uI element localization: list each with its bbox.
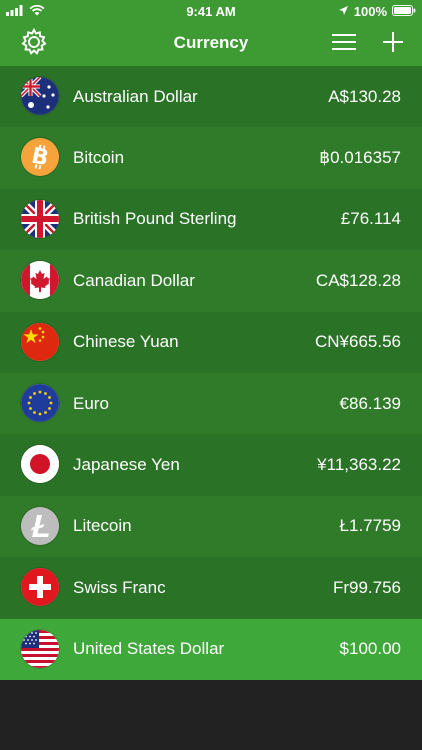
currency-list: Australian Dollar A$130.28 B Bitcoin ฿0.…	[0, 66, 422, 680]
battery-icon	[392, 4, 416, 19]
currency-amount: ฿0.016357	[319, 148, 401, 168]
currency-row-chf[interactable]: Swiss Franc Fr99.756	[0, 557, 422, 619]
currency-amount: Fr99.756	[332, 577, 401, 597]
currency-row-eur[interactable]: Euro €86.139	[0, 372, 422, 435]
currency-name: Litecoin	[73, 516, 132, 536]
currency-amount: A$130.28	[328, 86, 401, 106]
battery-percent: 100%	[353, 4, 387, 19]
currency-row-cad[interactable]: Canadian Dollar CA$128.28	[0, 250, 422, 312]
canada-flag-icon	[21, 261, 59, 300]
add-currency-button[interactable]	[379, 30, 407, 58]
currency-amount: €86.139	[339, 393, 401, 413]
currency-name: Chinese Yuan	[73, 332, 179, 352]
page-title: Currency	[173, 33, 249, 52]
uk-flag-icon	[21, 199, 59, 238]
currency-row-cny[interactable]: Chinese Yuan CN¥665.56	[0, 311, 422, 373]
us-flag-icon	[21, 629, 59, 668]
status-bar: 9:41 AM 100%	[0, 0, 422, 22]
currency-row-btc[interactable]: B Bitcoin ฿0.016357	[0, 127, 422, 189]
currency-name: Canadian Dollar	[73, 270, 195, 290]
currency-name: Australian Dollar	[73, 86, 198, 106]
currency-row-jpy[interactable]: Japanese Yen ¥11,363.22	[0, 434, 422, 496]
currency-row-gbp[interactable]: British Pound Sterling £76.114	[0, 188, 422, 251]
currency-amount: $100.00	[339, 639, 401, 659]
currency-name: United States Dollar	[73, 639, 225, 659]
nav-bar: Currency	[0, 22, 422, 66]
currency-row-aud[interactable]: Australian Dollar A$130.28	[0, 66, 422, 128]
currency-amount: ¥11,363.22	[317, 455, 401, 475]
currency-name: Bitcoin	[73, 148, 125, 168]
currency-amount: CA$128.28	[315, 270, 401, 290]
currency-row-usd[interactable]: United States Dollar $100.00	[0, 618, 422, 680]
switzerland-flag-icon	[21, 568, 59, 607]
australia-flag-icon	[21, 77, 59, 115]
empty-bottom-area	[0, 680, 422, 750]
location-icon	[338, 4, 349, 19]
japan-flag-icon	[21, 445, 59, 484]
menu-button[interactable]	[330, 30, 358, 58]
china-flag-icon	[21, 322, 59, 361]
litecoin-icon	[21, 506, 59, 545]
plus-icon	[383, 31, 403, 57]
currency-name: Swiss Franc	[73, 577, 166, 597]
currency-name: Japanese Yen	[73, 455, 180, 475]
currency-amount: CN¥665.56	[314, 332, 401, 352]
currency-amount: Ł1.7759	[339, 516, 401, 536]
status-right: 100%	[338, 4, 416, 19]
eu-flag-icon	[21, 383, 59, 422]
menu-icon	[332, 33, 356, 56]
currency-name: British Pound Sterling	[73, 209, 237, 229]
currency-row-ltc[interactable]: Litecoin Ł1.7759	[0, 495, 422, 558]
bitcoin-icon: B	[21, 138, 59, 177]
currency-amount: £76.114	[340, 209, 401, 229]
currency-name: Euro	[73, 393, 109, 413]
